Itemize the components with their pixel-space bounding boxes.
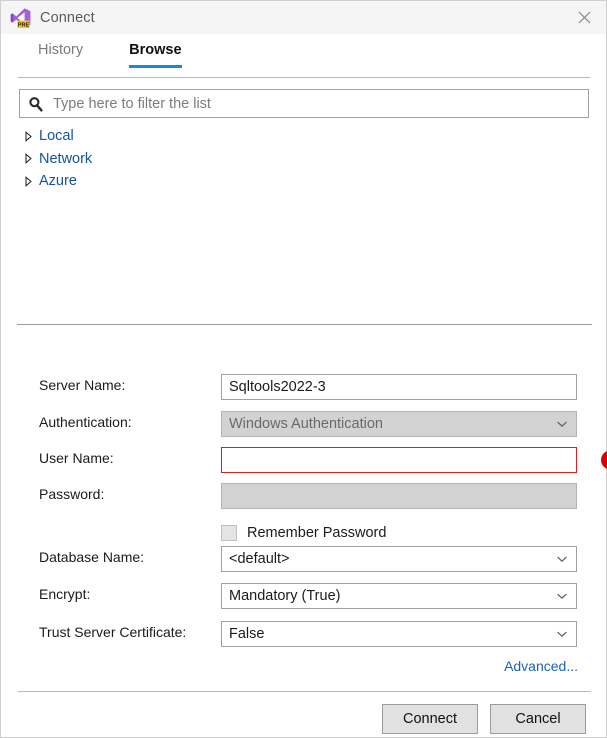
encrypt-value: Mandatory (True): [229, 588, 341, 604]
filter-input[interactable]: Type here to filter the list: [19, 89, 589, 118]
search-icon: [28, 96, 44, 112]
title-bar: PRE Connect: [1, 1, 606, 34]
field-server-name: Server Name: Sqltools2022-3: [39, 374, 579, 400]
database-name-label: Database Name:: [39, 549, 145, 565]
remember-password-label: Remember Password: [247, 525, 387, 541]
user-name-label: User Name:: [39, 450, 114, 466]
tree-item-azure-label: Azure: [39, 173, 77, 190]
chevron-down-icon: [556, 590, 568, 602]
server-name-value: Sqltools2022-3: [229, 379, 326, 395]
chevron-down-icon: [556, 628, 568, 640]
tab-bar: History Browse: [1, 34, 606, 77]
trust-server-certificate-value: False: [229, 626, 265, 642]
chevron-down-icon: [556, 418, 568, 430]
tree-item-azure[interactable]: Azure: [21, 170, 321, 193]
advanced-link[interactable]: Advanced...: [504, 658, 578, 674]
connect-dialog: PRE Connect History Browse Type here to …: [0, 0, 607, 738]
tree-item-local-label: Local: [39, 128, 74, 145]
visual-studio-preview-icon: PRE: [10, 7, 32, 29]
authentication-value: Windows Authentication: [229, 416, 383, 432]
field-password: Password:: [39, 483, 579, 509]
remember-password-row[interactable]: Remember Password: [221, 522, 386, 544]
server-name-label: Server Name:: [39, 377, 126, 393]
remember-password-checkbox[interactable]: [221, 525, 237, 541]
server-name-input[interactable]: Sqltools2022-3: [221, 374, 577, 400]
chevron-right-icon[interactable]: [21, 153, 35, 165]
field-authentication: Authentication: Windows Authentication: [39, 411, 579, 437]
field-encrypt: Encrypt: Mandatory (True): [39, 583, 579, 609]
filter-placeholder-text: Type here to filter the list: [53, 95, 211, 112]
cancel-button-label: Cancel: [515, 711, 561, 727]
divider-above-footer: [18, 691, 591, 692]
tab-history[interactable]: History: [24, 34, 97, 77]
tab-browse-label: Browse: [129, 42, 182, 58]
encrypt-label: Encrypt:: [39, 586, 91, 602]
database-name-select[interactable]: <default>: [221, 546, 577, 572]
chevron-right-icon[interactable]: [21, 130, 35, 142]
connect-button-label: Connect: [402, 711, 457, 727]
divider-under-tabs: [18, 77, 590, 78]
authentication-select[interactable]: Windows Authentication: [221, 411, 577, 437]
divider-above-form: [17, 324, 592, 325]
close-icon[interactable]: [562, 1, 606, 33]
error-exclamation-icon: [601, 451, 607, 470]
server-tree: Local Network Azure: [21, 125, 321, 193]
password-label: Password:: [39, 486, 105, 502]
cancel-button[interactable]: Cancel: [490, 704, 586, 734]
field-database-name: Database Name: <default>: [39, 546, 579, 572]
tab-history-label: History: [38, 42, 84, 58]
tab-active-underline: [129, 65, 182, 68]
tab-browse[interactable]: Browse: [115, 34, 195, 77]
svg-text:PRE: PRE: [18, 22, 30, 28]
chevron-down-icon: [556, 553, 568, 565]
database-name-value: <default>: [229, 551, 290, 567]
trust-server-certificate-label: Trust Server Certificate:: [39, 624, 187, 640]
trust-server-certificate-select[interactable]: False: [221, 621, 577, 647]
field-trust-server-certificate: Trust Server Certificate: False: [39, 621, 579, 647]
password-input[interactable]: [221, 483, 577, 509]
user-name-input[interactable]: [221, 447, 577, 473]
chevron-right-icon[interactable]: [21, 175, 35, 187]
tree-item-local[interactable]: Local: [21, 125, 321, 148]
encrypt-select[interactable]: Mandatory (True): [221, 583, 577, 609]
authentication-label: Authentication:: [39, 414, 132, 430]
tree-item-network[interactable]: Network: [21, 148, 321, 171]
field-user-name: User Name:: [39, 447, 607, 473]
connect-button[interactable]: Connect: [382, 704, 478, 734]
window-title: Connect: [40, 9, 95, 26]
tree-item-network-label: Network: [39, 150, 93, 167]
